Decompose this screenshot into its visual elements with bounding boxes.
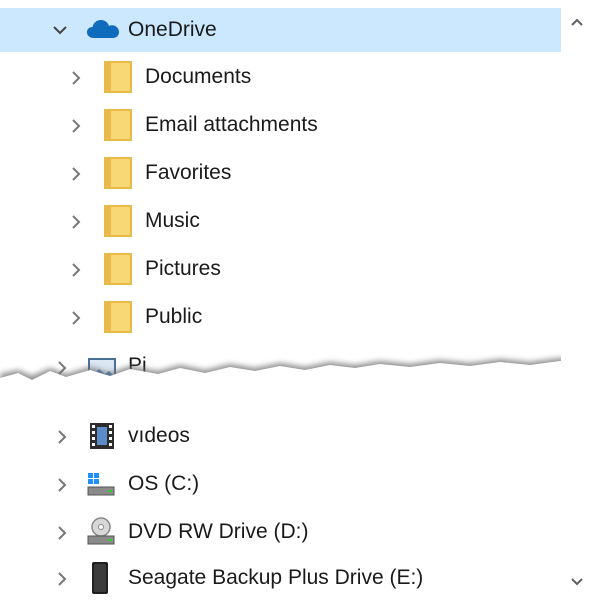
folder-icon	[104, 157, 132, 195]
chevron-right-icon[interactable]	[66, 68, 86, 88]
tree-item-label: Email attachments	[145, 113, 318, 136]
chevron-right-icon[interactable]	[52, 569, 72, 589]
tree-item-folder[interactable]: Documents	[0, 55, 561, 99]
chevron-down-icon[interactable]	[50, 20, 70, 40]
tree-item-label: DVD RW Drive (D:)	[128, 520, 309, 543]
onedrive-cloud-icon	[86, 18, 120, 46]
dvd-drive-icon	[86, 516, 116, 552]
tree-item-drive-d[interactable]: DVD RW Drive (D:)	[0, 510, 561, 554]
chevron-right-icon[interactable]	[66, 212, 86, 232]
tree-item-folder[interactable]: Public	[0, 295, 561, 339]
tree-item-label: Music	[145, 209, 200, 232]
chevron-right-icon[interactable]	[52, 523, 72, 543]
tree-item-drive-c[interactable]: OS (C:)	[0, 462, 561, 506]
tree-item-folder[interactable]: Pictures	[0, 247, 561, 291]
tree-item-folder[interactable]: Email attachments	[0, 103, 561, 147]
folder-icon	[104, 205, 132, 243]
chevron-right-icon[interactable]	[66, 260, 86, 280]
scroll-up-arrow-icon[interactable]	[561, 6, 593, 38]
chevron-right-icon[interactable]	[66, 308, 86, 328]
folder-icon	[104, 109, 132, 147]
navigation-pane: OneDrive Documents Email attachments Fav…	[0, 0, 593, 600]
tree-item-label: Pictures	[145, 257, 221, 280]
tree-item-label: ᴠıdeos	[128, 424, 190, 447]
tree-item-label: Favorites	[145, 161, 232, 184]
chevron-right-icon[interactable]	[66, 116, 86, 136]
vertical-scrollbar[interactable]	[561, 0, 593, 600]
tree-item-onedrive[interactable]: OneDrive	[0, 8, 561, 52]
tree-item-folder[interactable]: Favorites	[0, 151, 561, 195]
tree-item-label: Seagate Backup Plus Drive (E:)	[128, 566, 424, 589]
chevron-right-icon[interactable]	[66, 164, 86, 184]
tree-item-label: Documents	[145, 65, 252, 88]
tree-item-drive-e[interactable]: Seagate Backup Plus Drive (E:)	[0, 556, 561, 600]
tree-item-folder[interactable]: Music	[0, 199, 561, 243]
tree-item-label: Public	[145, 305, 203, 328]
folder-icon	[104, 253, 132, 291]
tree-item-label: OS (C:)	[128, 472, 200, 495]
scroll-down-arrow-icon[interactable]	[561, 566, 593, 598]
folder-icon	[104, 61, 132, 99]
videos-library-icon	[88, 421, 116, 457]
chevron-right-icon[interactable]	[52, 475, 72, 495]
windows-drive-icon	[86, 471, 116, 503]
external-drive-icon	[90, 561, 110, 601]
folder-icon	[104, 301, 132, 339]
chevron-right-icon[interactable]	[52, 427, 72, 447]
tree-item-label: OneDrive	[128, 18, 217, 41]
tree-item-videos-library[interactable]: ᴠıdeos	[0, 414, 561, 458]
